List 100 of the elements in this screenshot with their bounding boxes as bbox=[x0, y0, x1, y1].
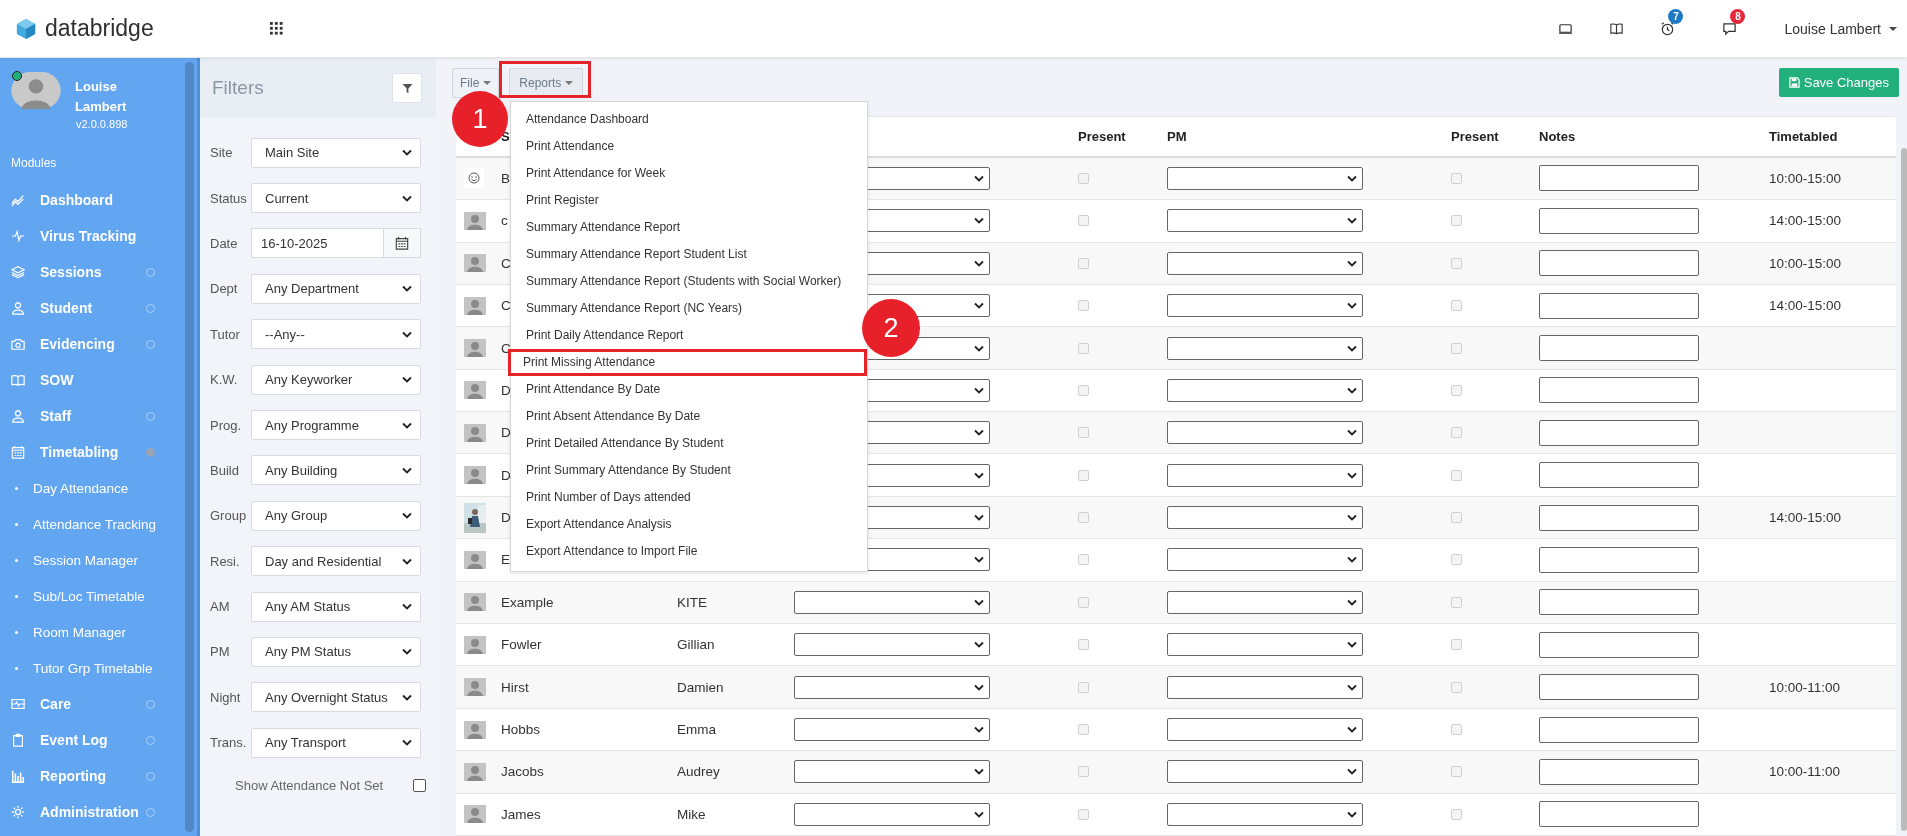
am-dropdown[interactable] bbox=[794, 675, 990, 699]
notes-field[interactable] bbox=[1539, 674, 1699, 701]
notes-field[interactable] bbox=[1539, 292, 1699, 319]
am-dropdown[interactable] bbox=[794, 633, 990, 657]
notes-field[interactable] bbox=[1539, 758, 1699, 785]
filter-dropdown[interactable]: Current bbox=[251, 183, 421, 214]
book-icon[interactable] bbox=[1609, 21, 1625, 36]
notes-field[interactable] bbox=[1539, 504, 1699, 531]
pm-dropdown[interactable] bbox=[1167, 675, 1363, 699]
pm-dropdown[interactable] bbox=[1167, 802, 1363, 826]
am-dropdown[interactable] bbox=[794, 802, 990, 826]
pm-dropdown[interactable] bbox=[1167, 251, 1363, 275]
reports-menu-button[interactable]: Reports bbox=[509, 68, 584, 98]
filter-dropdown[interactable]: Any AM Status bbox=[251, 591, 421, 622]
menu-item[interactable]: Export Attendance to Import File bbox=[511, 538, 867, 565]
notification-badge: 8 bbox=[1730, 9, 1746, 24]
funnel-icon bbox=[401, 82, 413, 94]
filter-dropdown[interactable]: --Any-- bbox=[251, 319, 421, 350]
pm-dropdown[interactable] bbox=[1167, 209, 1363, 233]
chat-icon[interactable] bbox=[1722, 21, 1738, 36]
scrollbar[interactable] bbox=[1901, 148, 1907, 831]
filter-dropdown[interactable]: Any PM Status bbox=[251, 637, 421, 667]
scrollbar[interactable] bbox=[185, 62, 194, 832]
notes-field[interactable] bbox=[1539, 631, 1699, 658]
pm-dropdown[interactable] bbox=[1167, 718, 1363, 741]
notes-field[interactable] bbox=[1539, 335, 1699, 361]
pm-dropdown[interactable] bbox=[1167, 633, 1363, 657]
notes-field[interactable] bbox=[1539, 801, 1699, 828]
filter-dropdown[interactable]: Any Programme bbox=[251, 410, 421, 441]
filter-dropdown[interactable]: Any Group bbox=[251, 500, 421, 531]
chevron-down-icon bbox=[402, 466, 412, 474]
chevron-down-icon bbox=[402, 648, 412, 656]
menu-item[interactable]: Print Attendance for Week bbox=[511, 160, 867, 187]
filter-dropdown[interactable]: Any Keyworker bbox=[251, 364, 421, 395]
surname-cell: Fowler bbox=[501, 637, 542, 653]
am-dropdown[interactable] bbox=[794, 718, 990, 741]
pm-dropdown[interactable] bbox=[1167, 506, 1363, 530]
am-dropdown[interactable] bbox=[794, 760, 990, 784]
notes-field[interactable] bbox=[1539, 165, 1699, 192]
pm-dropdown[interactable] bbox=[1167, 294, 1363, 318]
chevron-down-icon bbox=[402, 739, 412, 747]
notes-field[interactable] bbox=[1539, 207, 1699, 234]
apps-grid-icon[interactable] bbox=[270, 22, 283, 35]
monitor-icon[interactable] bbox=[1558, 21, 1574, 36]
hexagon-logo-icon bbox=[15, 16, 37, 41]
pm-dropdown[interactable] bbox=[1167, 378, 1363, 402]
menu-item[interactable]: Summary Attendance Report Student List bbox=[511, 241, 867, 268]
surname-cell: D bbox=[501, 425, 511, 441]
menu-item[interactable]: Print Number of Days attended bbox=[511, 484, 867, 511]
person-avatar-icon bbox=[464, 296, 486, 315]
pm-dropdown[interactable] bbox=[1167, 336, 1363, 360]
pm-dropdown[interactable] bbox=[1167, 421, 1363, 445]
menu-item[interactable]: Export Attendance Analysis bbox=[511, 511, 867, 538]
menu-item[interactable]: Print Missing Attendance bbox=[508, 349, 867, 376]
menu-item[interactable]: Print Register bbox=[511, 187, 867, 214]
notes-field[interactable] bbox=[1539, 419, 1699, 446]
menu-item[interactable]: Summary Attendance Report bbox=[511, 214, 867, 241]
notes-field[interactable] bbox=[1539, 250, 1699, 277]
chevron-down-icon bbox=[974, 683, 984, 691]
am-dropdown[interactable] bbox=[794, 590, 990, 614]
version-label: v2.0.0.898 bbox=[75, 118, 129, 130]
date-field[interactable]: 16-10-2025 bbox=[251, 228, 383, 259]
filter-dropdown[interactable]: Any Department bbox=[251, 273, 421, 304]
calendar-button[interactable] bbox=[383, 228, 421, 259]
layers-icon bbox=[11, 265, 25, 279]
menu-item[interactable]: Print Detailed Attendance By Student bbox=[511, 430, 867, 457]
user-avatar-icon bbox=[11, 72, 61, 109]
menu-item[interactable]: Print Absent Attendance By Date bbox=[511, 403, 867, 430]
file-menu-button[interactable]: File bbox=[452, 68, 500, 98]
surname-cell: C bbox=[501, 298, 511, 314]
pm-dropdown[interactable] bbox=[1167, 166, 1363, 190]
menu-item[interactable]: Print Attendance By Date bbox=[511, 376, 867, 403]
notes-field[interactable] bbox=[1539, 716, 1699, 743]
pm-dropdown[interactable] bbox=[1167, 548, 1363, 572]
smiley-avatar-icon bbox=[464, 168, 484, 189]
chevron-down-icon bbox=[1347, 429, 1357, 437]
chevron-down-icon bbox=[1347, 217, 1357, 225]
notes-field[interactable] bbox=[1539, 546, 1699, 573]
notes-field[interactable] bbox=[1539, 462, 1699, 489]
notes-field[interactable] bbox=[1539, 589, 1699, 616]
person-avatar-icon bbox=[464, 762, 486, 781]
pm-dropdown[interactable] bbox=[1167, 463, 1363, 487]
filter-button[interactable] bbox=[392, 73, 422, 103]
menu-item[interactable]: Print Summary Attendance By Student bbox=[511, 457, 867, 484]
menu-item[interactable]: Summary Attendance Report (Students with Social Worker) bbox=[511, 268, 867, 295]
user-menu[interactable]: Louise Lambert bbox=[1784, 20, 1907, 37]
menu-item[interactable]: Attendance Dashboard bbox=[511, 106, 867, 133]
filter-dropdown[interactable]: Day and Residential bbox=[251, 546, 421, 577]
notes-field[interactable] bbox=[1539, 377, 1699, 404]
filter-dropdown[interactable]: Any Transport bbox=[251, 727, 421, 758]
alarm-clock-icon[interactable] bbox=[1660, 21, 1676, 36]
filter-dropdown[interactable]: Any Building bbox=[251, 455, 421, 486]
filter-dropdown[interactable]: Any Overnight Status bbox=[251, 682, 421, 713]
checkbox[interactable] bbox=[413, 778, 427, 792]
pm-dropdown[interactable] bbox=[1167, 590, 1363, 614]
timetabled-cell: 14:00-15:00 bbox=[1769, 298, 1842, 314]
menu-item[interactable]: Print Attendance bbox=[511, 133, 867, 160]
filter-dropdown[interactable]: Main Site bbox=[251, 137, 421, 168]
pm-dropdown[interactable] bbox=[1167, 760, 1363, 784]
chevron-down-icon bbox=[974, 302, 984, 310]
